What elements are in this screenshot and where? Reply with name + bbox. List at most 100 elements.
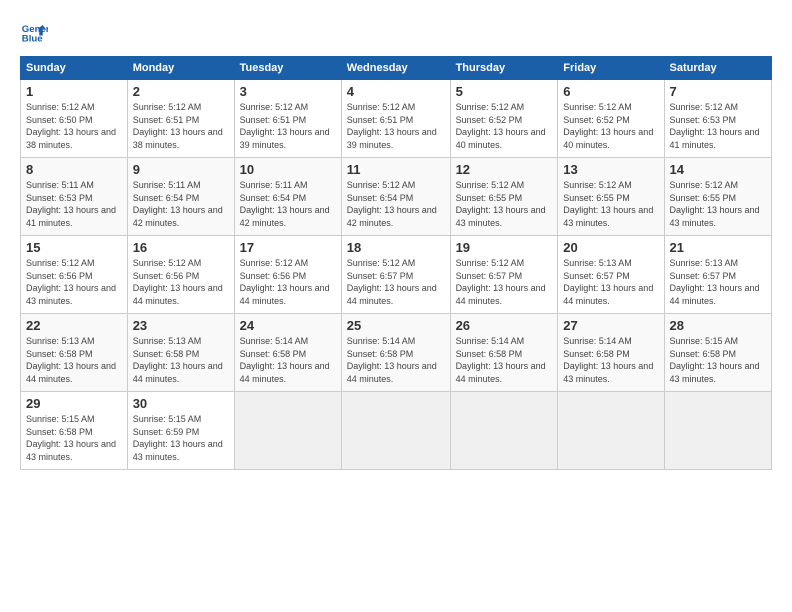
day-number: 14	[670, 162, 767, 177]
day-number: 26	[456, 318, 553, 333]
calendar-day-5: 5 Sunrise: 5:12 AM Sunset: 6:52 PM Dayli…	[450, 80, 558, 158]
day-detail: Sunrise: 5:12 AM Sunset: 6:57 PM Dayligh…	[347, 257, 445, 307]
day-number: 3	[240, 84, 336, 99]
calendar-day-15: 15 Sunrise: 5:12 AM Sunset: 6:56 PM Dayl…	[21, 236, 128, 314]
calendar-day-24: 24 Sunrise: 5:14 AM Sunset: 6:58 PM Dayl…	[234, 314, 341, 392]
calendar-day-empty	[450, 392, 558, 470]
day-number: 15	[26, 240, 122, 255]
calendar-day-23: 23 Sunrise: 5:13 AM Sunset: 6:58 PM Dayl…	[127, 314, 234, 392]
day-header-tuesday: Tuesday	[234, 57, 341, 80]
calendar-day-empty	[664, 392, 772, 470]
calendar-day-21: 21 Sunrise: 5:13 AM Sunset: 6:57 PM Dayl…	[664, 236, 772, 314]
calendar-day-18: 18 Sunrise: 5:12 AM Sunset: 6:57 PM Dayl…	[341, 236, 450, 314]
day-number: 20	[563, 240, 658, 255]
day-number: 24	[240, 318, 336, 333]
calendar-day-19: 19 Sunrise: 5:12 AM Sunset: 6:57 PM Dayl…	[450, 236, 558, 314]
day-number: 27	[563, 318, 658, 333]
calendar-day-12: 12 Sunrise: 5:12 AM Sunset: 6:55 PM Dayl…	[450, 158, 558, 236]
calendar-table: SundayMondayTuesdayWednesdayThursdayFrid…	[20, 56, 772, 470]
calendar-day-22: 22 Sunrise: 5:13 AM Sunset: 6:58 PM Dayl…	[21, 314, 128, 392]
logo: General Blue	[20, 18, 48, 46]
calendar-day-empty	[558, 392, 664, 470]
day-number: 28	[670, 318, 767, 333]
day-detail: Sunrise: 5:12 AM Sunset: 6:53 PM Dayligh…	[670, 101, 767, 151]
calendar-header-row: SundayMondayTuesdayWednesdayThursdayFrid…	[21, 57, 772, 80]
calendar-day-1: 1 Sunrise: 5:12 AM Sunset: 6:50 PM Dayli…	[21, 80, 128, 158]
day-number: 6	[563, 84, 658, 99]
day-number: 23	[133, 318, 229, 333]
day-detail: Sunrise: 5:15 AM Sunset: 6:58 PM Dayligh…	[26, 413, 122, 463]
calendar-day-14: 14 Sunrise: 5:12 AM Sunset: 6:55 PM Dayl…	[664, 158, 772, 236]
day-number: 7	[670, 84, 767, 99]
day-number: 8	[26, 162, 122, 177]
calendar-week-5: 29 Sunrise: 5:15 AM Sunset: 6:58 PM Dayl…	[21, 392, 772, 470]
calendar-week-3: 15 Sunrise: 5:12 AM Sunset: 6:56 PM Dayl…	[21, 236, 772, 314]
calendar-day-3: 3 Sunrise: 5:12 AM Sunset: 6:51 PM Dayli…	[234, 80, 341, 158]
day-detail: Sunrise: 5:12 AM Sunset: 6:52 PM Dayligh…	[563, 101, 658, 151]
calendar-day-empty	[341, 392, 450, 470]
day-header-sunday: Sunday	[21, 57, 128, 80]
calendar-day-7: 7 Sunrise: 5:12 AM Sunset: 6:53 PM Dayli…	[664, 80, 772, 158]
day-detail: Sunrise: 5:13 AM Sunset: 6:57 PM Dayligh…	[670, 257, 767, 307]
day-number: 17	[240, 240, 336, 255]
day-detail: Sunrise: 5:11 AM Sunset: 6:54 PM Dayligh…	[133, 179, 229, 229]
day-number: 30	[133, 396, 229, 411]
calendar-day-13: 13 Sunrise: 5:12 AM Sunset: 6:55 PM Dayl…	[558, 158, 664, 236]
day-detail: Sunrise: 5:12 AM Sunset: 6:51 PM Dayligh…	[133, 101, 229, 151]
day-detail: Sunrise: 5:12 AM Sunset: 6:57 PM Dayligh…	[456, 257, 553, 307]
day-header-wednesday: Wednesday	[341, 57, 450, 80]
day-detail: Sunrise: 5:15 AM Sunset: 6:59 PM Dayligh…	[133, 413, 229, 463]
day-detail: Sunrise: 5:14 AM Sunset: 6:58 PM Dayligh…	[563, 335, 658, 385]
day-detail: Sunrise: 5:12 AM Sunset: 6:51 PM Dayligh…	[240, 101, 336, 151]
day-number: 5	[456, 84, 553, 99]
day-number: 11	[347, 162, 445, 177]
day-number: 4	[347, 84, 445, 99]
calendar-day-30: 30 Sunrise: 5:15 AM Sunset: 6:59 PM Dayl…	[127, 392, 234, 470]
day-detail: Sunrise: 5:13 AM Sunset: 6:58 PM Dayligh…	[133, 335, 229, 385]
day-detail: Sunrise: 5:12 AM Sunset: 6:56 PM Dayligh…	[26, 257, 122, 307]
day-number: 13	[563, 162, 658, 177]
day-detail: Sunrise: 5:12 AM Sunset: 6:56 PM Dayligh…	[240, 257, 336, 307]
calendar-body: 1 Sunrise: 5:12 AM Sunset: 6:50 PM Dayli…	[21, 80, 772, 470]
day-detail: Sunrise: 5:12 AM Sunset: 6:55 PM Dayligh…	[563, 179, 658, 229]
day-number: 22	[26, 318, 122, 333]
day-number: 29	[26, 396, 122, 411]
day-header-friday: Friday	[558, 57, 664, 80]
day-detail: Sunrise: 5:12 AM Sunset: 6:56 PM Dayligh…	[133, 257, 229, 307]
day-number: 19	[456, 240, 553, 255]
day-header-monday: Monday	[127, 57, 234, 80]
day-number: 10	[240, 162, 336, 177]
day-number: 18	[347, 240, 445, 255]
day-detail: Sunrise: 5:14 AM Sunset: 6:58 PM Dayligh…	[240, 335, 336, 385]
calendar-day-4: 4 Sunrise: 5:12 AM Sunset: 6:51 PM Dayli…	[341, 80, 450, 158]
calendar-day-6: 6 Sunrise: 5:12 AM Sunset: 6:52 PM Dayli…	[558, 80, 664, 158]
calendar-day-8: 8 Sunrise: 5:11 AM Sunset: 6:53 PM Dayli…	[21, 158, 128, 236]
day-header-saturday: Saturday	[664, 57, 772, 80]
calendar-day-17: 17 Sunrise: 5:12 AM Sunset: 6:56 PM Dayl…	[234, 236, 341, 314]
day-number: 2	[133, 84, 229, 99]
day-number: 12	[456, 162, 553, 177]
day-detail: Sunrise: 5:15 AM Sunset: 6:58 PM Dayligh…	[670, 335, 767, 385]
day-number: 1	[26, 84, 122, 99]
calendar-day-20: 20 Sunrise: 5:13 AM Sunset: 6:57 PM Dayl…	[558, 236, 664, 314]
day-detail: Sunrise: 5:12 AM Sunset: 6:51 PM Dayligh…	[347, 101, 445, 151]
calendar-day-16: 16 Sunrise: 5:12 AM Sunset: 6:56 PM Dayl…	[127, 236, 234, 314]
header: General Blue	[20, 18, 772, 46]
day-number: 21	[670, 240, 767, 255]
day-detail: Sunrise: 5:14 AM Sunset: 6:58 PM Dayligh…	[347, 335, 445, 385]
day-detail: Sunrise: 5:11 AM Sunset: 6:54 PM Dayligh…	[240, 179, 336, 229]
logo-icon: General Blue	[20, 18, 48, 46]
calendar-day-2: 2 Sunrise: 5:12 AM Sunset: 6:51 PM Dayli…	[127, 80, 234, 158]
day-detail: Sunrise: 5:14 AM Sunset: 6:58 PM Dayligh…	[456, 335, 553, 385]
day-detail: Sunrise: 5:12 AM Sunset: 6:55 PM Dayligh…	[670, 179, 767, 229]
day-detail: Sunrise: 5:13 AM Sunset: 6:57 PM Dayligh…	[563, 257, 658, 307]
day-number: 25	[347, 318, 445, 333]
calendar-week-1: 1 Sunrise: 5:12 AM Sunset: 6:50 PM Dayli…	[21, 80, 772, 158]
calendar-day-empty	[234, 392, 341, 470]
day-detail: Sunrise: 5:11 AM Sunset: 6:53 PM Dayligh…	[26, 179, 122, 229]
calendar-day-11: 11 Sunrise: 5:12 AM Sunset: 6:54 PM Dayl…	[341, 158, 450, 236]
day-detail: Sunrise: 5:12 AM Sunset: 6:50 PM Dayligh…	[26, 101, 122, 151]
calendar-day-27: 27 Sunrise: 5:14 AM Sunset: 6:58 PM Dayl…	[558, 314, 664, 392]
day-detail: Sunrise: 5:12 AM Sunset: 6:52 PM Dayligh…	[456, 101, 553, 151]
day-number: 16	[133, 240, 229, 255]
